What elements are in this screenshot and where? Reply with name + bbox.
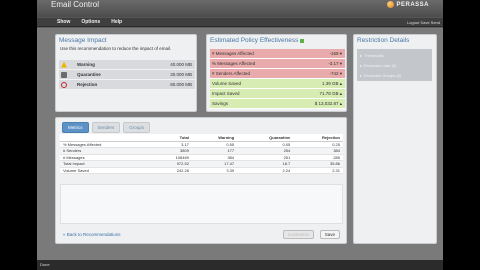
effectiveness-row: # Senders Affected -742 ▾ [210,69,345,79]
column-header[interactable]: Quarantine [237,134,294,142]
content-area: Message Impact Use this recommendation t… [37,28,443,260]
table-cell: 2.31 [293,167,343,174]
effectiveness-value: -742 ▾ [329,70,342,76]
quarantine-icon [61,71,67,78]
effectiveness-row: Savings $ 13,032.87 ▴ [210,99,345,109]
effectiveness-label: Volume Saved [212,81,242,86]
impact-label: Warning [77,62,95,67]
effectiveness-value: 1.39 GB ▴ [321,80,342,86]
effectiveness-title: Estimated Policy Effectiveness [210,37,299,44]
brand-logo: PERASSA [387,1,429,8]
menu-options[interactable]: Options [81,19,100,25]
effectiveness-panel: Estimated Policy Effectiveness # Message… [206,34,347,112]
menu-show[interactable]: Show [57,19,70,25]
column-header [60,134,152,142]
table-row: Volume Saved 242.26 3.39 2.24 2.31 [60,167,343,174]
effectiveness-value: 71.78 GB ▴ [319,90,342,96]
impact-row-warning[interactable]: Warning 40.000 MB [59,60,195,70]
reject-icon [61,81,67,88]
status-bar: Done [37,260,443,270]
menu-help[interactable]: Help [111,19,122,25]
restriction-item-exclusion-groups[interactable]: Exclusion Groups (0) [357,70,432,80]
effectiveness-row: Volume Saved 1.39 GB ▴ [210,79,345,89]
brand-mark-icon [387,1,395,8]
tab-groups[interactable]: Groups [123,122,151,133]
message-impact-description: Use this recommendation to reduce the im… [60,46,172,51]
menu-bar: Show Options Help Logout Save Send [37,17,443,27]
impact-row-quarantine[interactable]: Quarantine 30.000 MB [59,70,195,80]
app-window: Email Control PERASSA Show Options Help … [37,0,443,270]
effectiveness-value: -3.17 ▾ [328,60,342,66]
customize-button[interactable]: Customize [282,230,314,239]
warning-icon [61,61,67,68]
restriction-details-panel: Restriction Details Thresholds Exclusion… [353,34,437,244]
table-cell: Volume Saved [60,167,152,174]
status-indicator-icon [300,38,305,43]
effectiveness-label: # Senders Affected [212,71,250,76]
effectiveness-row: # Messages Affected -169 ▾ [210,49,345,59]
restriction-item-exclusion-lists[interactable]: Exclusion Lists (0) [357,60,432,70]
impact-label: Rejection [77,82,98,87]
restriction-item-thresholds[interactable]: Thresholds [357,50,432,60]
effectiveness-label: Savings [212,101,229,106]
impact-value: 80.000 MB [170,82,192,87]
logout-link[interactable]: Logout Save Send [407,20,440,25]
table-empty-area [60,184,343,224]
message-impact-panel: Message Impact Use this recommendation t… [55,34,197,112]
effectiveness-label: % Messages Affected [212,61,256,66]
impact-row-rejection[interactable]: Rejection 80.000 MB [59,80,195,90]
tab-senders[interactable]: Senders [91,122,121,133]
back-to-recommendations-link[interactable]: « Back to Recommendations [63,232,121,237]
effectiveness-label: Impact Saved [212,91,240,96]
effectiveness-label: # Messages Affected [212,51,254,56]
title-bar: Email Control PERASSA [37,0,443,17]
brand-name: PERASSA [396,1,429,8]
column-header[interactable]: Rejection [293,134,343,142]
impact-value: 30.000 MB [170,72,192,77]
table-cell: 2.24 [237,167,294,174]
column-header[interactable]: Total [151,134,192,142]
impact-label: Quarantine [77,72,101,77]
effectiveness-value: $ 13,032.87 ▴ [314,100,342,106]
effectiveness-value: -169 ▾ [329,50,342,56]
metrics-panel: Metrics Senders Groups Total Warning Qua… [55,117,347,244]
impact-value: 40.000 MB [170,62,192,67]
save-button[interactable]: Save [319,230,340,239]
window-title: Email Control [51,0,100,9]
effectiveness-row: Impact Saved 71.78 GB ▴ [210,89,345,99]
effectiveness-row: % Messages Affected -3.17 ▾ [210,59,345,69]
table-header-row: Total Warning Quarantine Rejection [60,134,343,142]
metrics-table: Total Warning Quarantine Rejection % Mes… [60,134,343,174]
status-text: Done [40,262,50,267]
restriction-title: Restriction Details [357,37,410,44]
tab-metrics[interactable]: Metrics [62,122,89,133]
message-impact-title: Message Impact [59,37,107,44]
table-cell: 3.39 [191,167,238,174]
table-cell: 242.26 [151,167,192,174]
restriction-list: Thresholds Exclusion Lists (0) Exclusion… [357,49,432,81]
column-header[interactable]: Warning [191,134,238,142]
